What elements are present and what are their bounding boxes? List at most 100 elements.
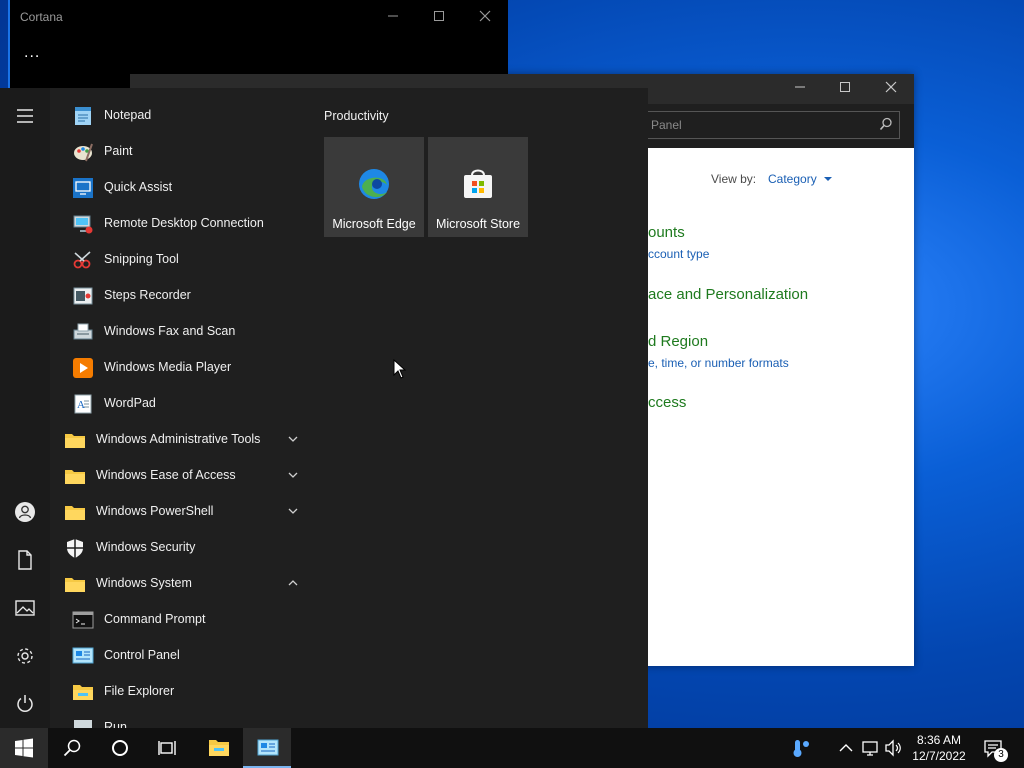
shield-icon	[67, 539, 83, 558]
app-notepad[interactable]: Notepad	[62, 99, 307, 133]
cp-minimize-button[interactable]	[780, 78, 820, 100]
tile-label: Microsoft Edge	[332, 217, 416, 231]
taskbar: 8:36 AM 12/7/2022	[0, 728, 1024, 768]
more-options-button[interactable]: ...	[24, 44, 40, 62]
store-icon	[464, 169, 492, 198]
start-button[interactable]	[0, 728, 48, 768]
folder-label: Windows System	[96, 576, 192, 590]
maximize-icon	[840, 82, 850, 92]
category-heading[interactable]: d Region	[648, 333, 708, 350]
app-quick-assist[interactable]: Quick Assist	[62, 171, 307, 205]
search-placeholder: Panel	[651, 118, 682, 132]
snipping-tool-icon	[73, 251, 91, 269]
app-label: Windows Security	[96, 540, 196, 554]
cp-close-button[interactable]	[871, 78, 911, 100]
command-prompt-icon	[72, 611, 94, 629]
start-rail	[0, 88, 50, 728]
category-heading[interactable]: ccess	[648, 394, 686, 411]
app-command-prompt[interactable]: Command Prompt	[62, 603, 307, 637]
folder-icon	[65, 506, 85, 520]
cortana-circle-icon	[112, 740, 128, 756]
app-fax-scan[interactable]: Windows Fax and Scan	[62, 315, 307, 349]
category-link[interactable]: e, time, or number formats	[648, 356, 789, 370]
cortana-title: Cortana	[20, 10, 63, 24]
minimize-button[interactable]	[378, 6, 408, 28]
clock-date: 12/7/2022	[912, 749, 966, 763]
app-media-player[interactable]: Windows Media Player	[62, 351, 307, 385]
app-wordpad[interactable]: A WordPad	[62, 387, 307, 421]
app-label: Windows Fax and Scan	[104, 324, 236, 338]
volume-icon[interactable]	[884, 738, 904, 758]
taskbar-file-explorer[interactable]	[194, 728, 242, 768]
folder-label: Windows Administrative Tools	[96, 432, 261, 446]
network-icon[interactable]	[861, 738, 881, 758]
app-windows-security[interactable]: Windows Security	[62, 531, 307, 565]
app-control-panel[interactable]: Control Panel	[62, 639, 307, 673]
control-panel-icon	[257, 739, 279, 756]
maximize-button[interactable]	[424, 6, 454, 28]
notification-count-badge: 3	[994, 748, 1008, 762]
category-heading[interactable]: ace and Personalization	[648, 286, 808, 303]
app-label: WordPad	[104, 396, 156, 410]
chevron-down-icon	[288, 472, 298, 478]
paint-icon	[74, 143, 93, 162]
app-snipping-tool[interactable]: Snipping Tool	[62, 243, 307, 277]
pictures-icon[interactable]	[13, 596, 37, 620]
hamburger-menu-icon[interactable]	[13, 104, 37, 128]
tile-label: Microsoft Store	[435, 217, 521, 231]
app-file-explorer[interactable]: File Explorer	[62, 675, 307, 709]
app-label: Command Prompt	[104, 612, 206, 626]
folder-windows-powershell[interactable]: Windows PowerShell	[62, 495, 307, 529]
settings-gear-icon[interactable]	[13, 644, 37, 668]
mouse-cursor-icon	[393, 359, 407, 379]
view-by-dropdown[interactable]: Category	[768, 172, 833, 186]
cortana-button[interactable]	[96, 728, 144, 768]
view-by-label: View by:	[711, 172, 757, 186]
start-menu[interactable]: Notepad Paint Quick Assist Remote Deskto…	[0, 88, 648, 728]
tile-microsoft-edge[interactable]: Microsoft Edge	[324, 137, 424, 237]
task-view-button[interactable]	[144, 728, 192, 768]
folder-label: Windows PowerShell	[96, 504, 214, 518]
cp-maximize-button[interactable]	[825, 78, 865, 100]
chevron-down-icon	[288, 508, 298, 514]
folder-icon	[65, 578, 85, 592]
remote-desktop-icon	[73, 215, 93, 234]
power-icon[interactable]	[13, 692, 37, 716]
view-by-value: Category	[768, 172, 817, 186]
dropdown-arrow-icon	[824, 177, 833, 181]
close-button[interactable]	[470, 6, 500, 28]
steps-recorder-icon	[73, 287, 93, 305]
task-view-icon	[158, 741, 176, 755]
fax-scan-icon	[73, 323, 93, 340]
folder-windows-system[interactable]: Windows System	[62, 567, 307, 601]
tile-group-title: Productivity	[324, 109, 389, 123]
search-control-panel-input[interactable]: Panel	[642, 111, 900, 139]
app-steps-recorder[interactable]: Steps Recorder	[62, 279, 307, 313]
category-link[interactable]: ccount type	[648, 247, 709, 261]
app-label: Snipping Tool	[104, 252, 179, 266]
file-explorer-icon	[73, 685, 93, 700]
search-icon	[879, 117, 892, 131]
weather-thermometer-icon[interactable]	[790, 738, 810, 758]
taskbar-control-panel[interactable]	[243, 728, 291, 768]
app-remote-desktop[interactable]: Remote Desktop Connection	[62, 207, 307, 241]
folder-icon	[65, 470, 85, 484]
app-label: Run	[104, 720, 127, 728]
folder-label: Windows Ease of Access	[96, 468, 236, 482]
app-label: Control Panel	[104, 648, 180, 662]
media-player-icon	[73, 358, 93, 378]
folder-windows-ease-of-access[interactable]: Windows Ease of Access	[62, 459, 307, 493]
app-run[interactable]: Run	[62, 711, 307, 728]
search-button[interactable]	[48, 728, 96, 768]
taskbar-clock[interactable]: 8:36 AM 12/7/2022	[908, 732, 970, 764]
app-paint[interactable]: Paint	[62, 135, 307, 169]
tile-microsoft-store[interactable]: Microsoft Store	[428, 137, 528, 237]
folder-windows-administrative-tools[interactable]: Windows Administrative Tools	[62, 423, 307, 457]
user-account-icon[interactable]	[13, 500, 37, 524]
minimize-icon	[795, 86, 805, 88]
folder-icon	[65, 434, 85, 448]
chevron-up-icon[interactable]	[836, 738, 856, 758]
category-heading[interactable]: ounts	[648, 224, 685, 241]
quick-assist-icon	[73, 178, 93, 198]
documents-icon[interactable]	[13, 548, 37, 572]
